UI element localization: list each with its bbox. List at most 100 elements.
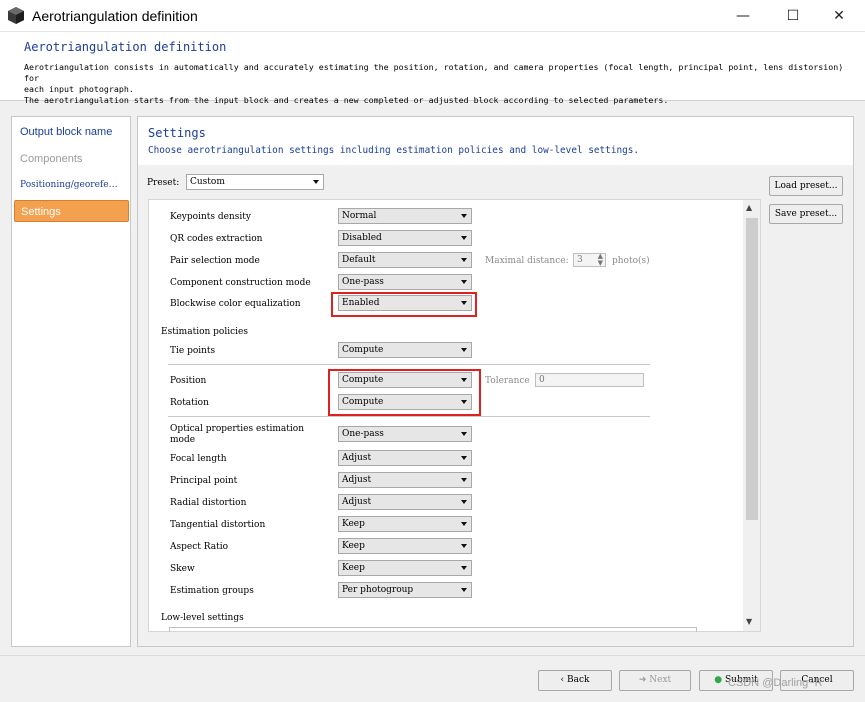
divider	[168, 416, 650, 417]
max-distance-unit: photo(s)	[612, 256, 650, 266]
component-mode-select[interactable]: One-pass	[338, 274, 472, 290]
estimation-groups-select[interactable]: Per photogroup	[338, 582, 472, 598]
chevron-down-icon	[461, 236, 467, 240]
highlight-box	[331, 292, 477, 317]
description-line: Aerotriangulation consists in automatica…	[24, 62, 844, 83]
tangential-distortion-value: Keep	[342, 519, 365, 529]
keypoints-density-value: Normal	[342, 211, 377, 221]
chevron-down-icon	[461, 478, 467, 482]
load-preset-button[interactable]: Load preset...	[769, 176, 843, 196]
nav-item-output-block-name[interactable]: Output block name	[14, 121, 129, 143]
settings-title: Settings	[148, 126, 206, 140]
skew-label: Skew	[170, 564, 195, 574]
nav-item-settings[interactable]: Settings	[14, 200, 129, 222]
aspect-ratio-value: Keep	[342, 541, 365, 551]
tolerance-value: 0	[539, 375, 545, 385]
tie-points-label: Tie points	[170, 346, 216, 356]
focal-length-label: Focal length	[170, 454, 227, 464]
chevron-down-icon	[313, 180, 319, 184]
keypoints-density-label: Keypoints density	[170, 212, 251, 222]
radial-distortion-label: Radial distortion	[170, 498, 247, 508]
chevron-down-icon	[461, 566, 467, 570]
app-cube-icon	[8, 7, 24, 24]
watermark: CSDN @Darling~R	[728, 677, 823, 689]
chevron-down-icon	[461, 544, 467, 548]
optical-mode-value: One-pass	[342, 429, 384, 439]
max-distance-label: Maximal distance:	[485, 256, 569, 266]
nav-item-positioning[interactable]: Positioning/georefe…	[14, 174, 129, 196]
component-mode-label: Component construction mode	[170, 278, 311, 288]
keypoints-density-select[interactable]: Normal	[338, 208, 472, 224]
window-title: Aerotriangulation definition	[32, 8, 198, 24]
position-label: Position	[170, 376, 207, 386]
spin-arrows-icon[interactable]: ▲ ▼	[598, 253, 603, 267]
rotation-label: Rotation	[170, 398, 209, 408]
dialog-description: Aerotriangulation consists in automatica…	[24, 62, 854, 106]
tie-points-value: Compute	[342, 345, 384, 355]
radial-distortion-select[interactable]: Adjust	[338, 494, 472, 510]
settings-header: Settings Choose aerotriangulation settin…	[138, 117, 853, 165]
tangential-distortion-label: Tangential distortion	[170, 520, 266, 530]
qr-codes-value: Disabled	[342, 233, 382, 243]
tangential-distortion-select[interactable]: Keep	[338, 516, 472, 532]
chevron-down-icon	[461, 588, 467, 592]
dialog-header: Aerotriangulation definition Aerotriangu…	[0, 32, 865, 105]
preset-select[interactable]: Custom	[186, 174, 324, 190]
blockwise-label: Blockwise color equalization	[170, 299, 301, 309]
principal-point-label: Principal point	[170, 476, 238, 486]
tolerance-label: Tolerance	[485, 376, 530, 386]
estimation-policies-heading: Estimation policies	[161, 327, 248, 337]
next-button[interactable]: ➜ Next	[619, 670, 691, 691]
back-button[interactable]: ‹ Back	[538, 670, 612, 691]
radial-distortion-value: Adjust	[342, 497, 372, 507]
chevron-down-icon	[461, 522, 467, 526]
scroll-up-icon[interactable]: ▲	[746, 203, 752, 212]
optical-mode-label: Optical properties estimation	[170, 424, 305, 434]
wizard-nav: Output block name Components Positioning…	[11, 116, 131, 647]
aspect-ratio-select[interactable]: Keep	[338, 538, 472, 554]
chevron-down-icon	[461, 456, 467, 460]
focal-length-select[interactable]: Adjust	[338, 450, 472, 466]
footer-divider	[0, 655, 865, 656]
divider	[168, 364, 650, 365]
pair-selection-select[interactable]: Default	[338, 252, 472, 268]
tie-points-select[interactable]: Compute	[338, 342, 472, 358]
next-label: Next	[649, 675, 672, 685]
scrollbar-thumb[interactable]	[746, 218, 758, 520]
skew-select[interactable]: Keep	[338, 560, 472, 576]
principal-point-select[interactable]: Adjust	[338, 472, 472, 488]
check-circle-icon: ●	[714, 675, 723, 685]
estimation-groups-value: Per photogroup	[342, 585, 414, 595]
dialog-heading: Aerotriangulation definition	[24, 40, 227, 54]
save-preset-button[interactable]: Save preset...	[769, 204, 843, 224]
optical-mode-select[interactable]: One-pass	[338, 426, 472, 442]
preset-value: Custom	[190, 177, 225, 187]
chevron-down-icon	[461, 214, 467, 218]
estimation-groups-label: Estimation groups	[170, 586, 254, 596]
principal-point-value: Adjust	[342, 475, 372, 485]
chevron-down-icon	[461, 348, 467, 352]
low-level-box	[169, 627, 697, 632]
maximize-button[interactable]: ☐	[770, 0, 816, 32]
low-level-heading: Low-level settings	[161, 613, 244, 623]
aspect-ratio-label: Aspect Ratio	[170, 542, 228, 552]
chevron-down-icon	[461, 432, 467, 436]
tolerance-input[interactable]: 0	[535, 373, 644, 387]
focal-length-value: Adjust	[342, 453, 372, 463]
close-button[interactable]: ✕	[816, 0, 862, 32]
qr-codes-select[interactable]: Disabled	[338, 230, 472, 246]
window-titlebar: Aerotriangulation definition — ☐ ✕	[0, 0, 865, 32]
max-distance-value: 3	[577, 255, 583, 265]
max-distance-spinbox[interactable]: 3 ▲ ▼	[573, 253, 606, 267]
optical-mode-label-line2: mode	[170, 435, 196, 445]
preset-label: Preset:	[147, 178, 180, 188]
minimize-button[interactable]: —	[720, 0, 766, 32]
scroll-down-icon[interactable]: ▼	[746, 617, 752, 626]
settings-description: Choose aerotriangulation settings includ…	[148, 145, 640, 156]
nav-item-components[interactable]: Components	[14, 148, 129, 170]
description-line: The aerotriangulation starts from the in…	[24, 95, 669, 105]
back-label: Back	[566, 675, 590, 685]
component-mode-value: One-pass	[342, 277, 384, 287]
next-arrow-icon: ➜	[638, 675, 650, 685]
chevron-down-icon	[461, 500, 467, 504]
